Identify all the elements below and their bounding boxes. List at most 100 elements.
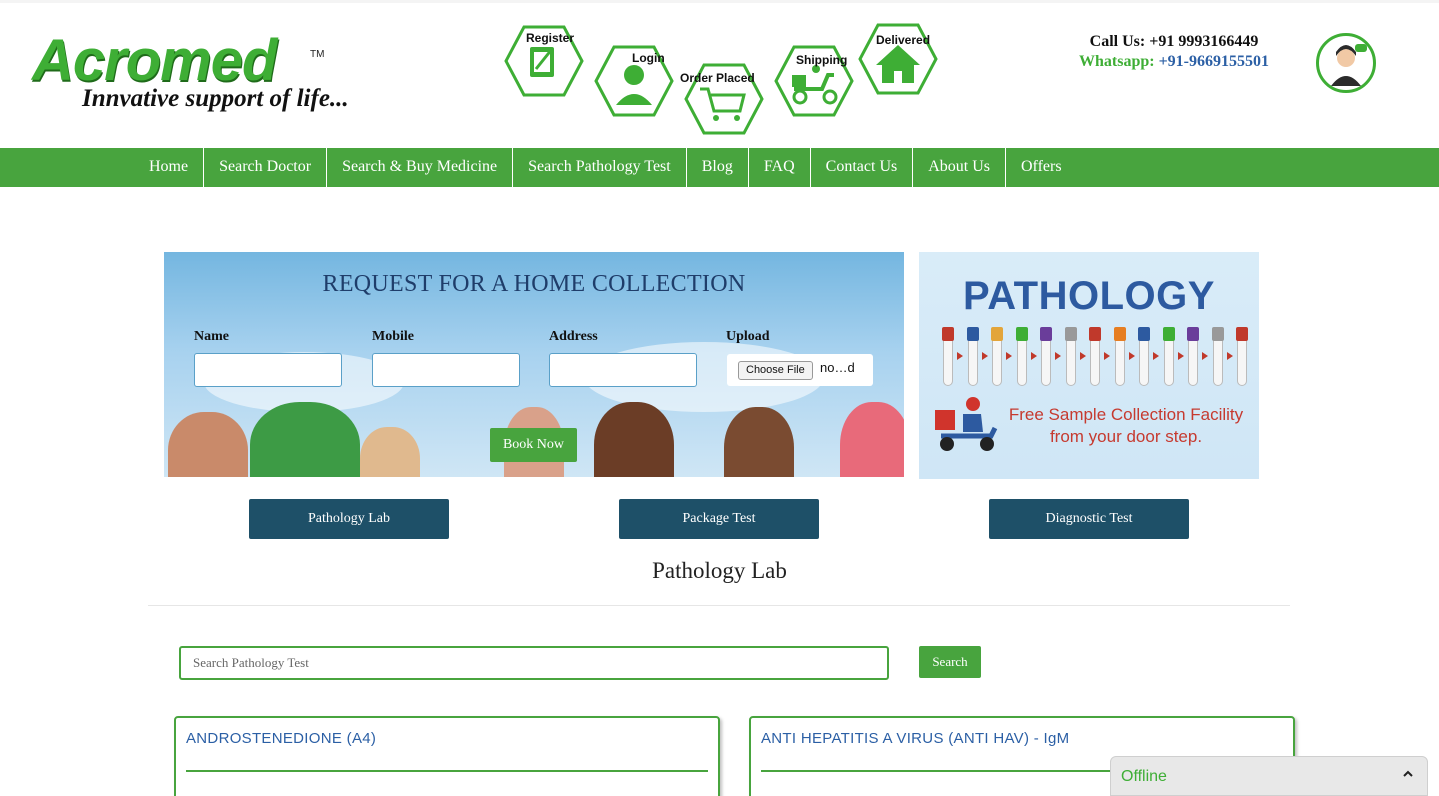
free-collection-text: Free Sample Collection Facility from you… [1001, 404, 1251, 448]
logo-brand: Acromed [32, 28, 277, 93]
name-input[interactable] [194, 353, 342, 387]
test-name[interactable]: ANDROSTENEDIONE (A4) [186, 730, 376, 747]
choose-file-button[interactable]: Choose File [738, 361, 813, 380]
tube-cap [1162, 327, 1175, 341]
test-tube [1236, 327, 1248, 386]
chat-widget[interactable]: Offline [1110, 756, 1428, 796]
step-login: Login [594, 45, 676, 127]
arrow-icon [1153, 352, 1159, 360]
banner-title: REQUEST FOR A HOME COLLECTION [322, 271, 746, 297]
search-pathology-input[interactable]: Search Pathology Test [179, 646, 889, 680]
name-label: Name [194, 329, 229, 344]
upload-label: Upload [726, 329, 770, 344]
pathology-promo[interactable]: PATHOLOGY Free Sample Collection Facilit… [919, 252, 1259, 479]
test-tube [1187, 327, 1199, 386]
call-us[interactable]: Call Us: +91 9993166449 [1078, 33, 1270, 51]
tab-diagnostic-test[interactable]: Diagnostic Test [989, 499, 1189, 539]
tube-cap [1211, 327, 1224, 341]
address-input[interactable] [549, 353, 697, 387]
support-agent-icon[interactable] [1316, 33, 1376, 93]
test-tube [1113, 327, 1126, 386]
nav-search-pathology-test[interactable]: Search Pathology Test [513, 148, 687, 187]
step-label: Register [526, 31, 575, 45]
logo-tagline: Innvative support of life... [82, 85, 349, 112]
mobile-input[interactable] [372, 353, 520, 387]
test-card[interactable]: ANDROSTENEDIONE (A4) [174, 716, 720, 796]
test-tube [1015, 327, 1028, 386]
kid-decoration [594, 402, 674, 477]
order-steps: Register Login Order Placed Shipping Del… [500, 21, 950, 141]
test-tube [1064, 327, 1077, 386]
step-order-placed: Order Placed [680, 63, 766, 145]
search-button[interactable]: Search [919, 646, 981, 678]
tube-cap [1187, 327, 1199, 341]
chevron-up-icon[interactable] [1403, 769, 1413, 779]
tube-cap [1064, 327, 1077, 341]
test-tube [991, 327, 1003, 386]
arrow-icon [957, 352, 963, 360]
arrow-icon [1226, 352, 1233, 360]
nav-blog[interactable]: Blog [687, 148, 749, 187]
arrow-icon [1030, 352, 1037, 360]
pathology-title: PATHOLOGY [963, 274, 1215, 318]
test-tube [1040, 327, 1052, 386]
nav-about-us[interactable]: About Us [913, 148, 1006, 187]
site-header: Acromed TM Innvative support of life... … [0, 0, 1439, 148]
section-title: Pathology Lab [652, 558, 787, 583]
tube-cap [1015, 327, 1028, 341]
test-tube [1211, 327, 1224, 386]
test-divider [186, 770, 708, 772]
contact-info: Call Us: +91 9993166449 Whatsapp: +91-96… [1078, 33, 1270, 71]
free-collection-line2: from your door step. [1049, 427, 1203, 446]
arrow-icon [1202, 352, 1208, 360]
step-label: Delivered [876, 33, 931, 47]
arrow-icon [1006, 352, 1012, 360]
whatsapp-number: +91-9669155501 [1158, 53, 1270, 70]
test-tube [1138, 327, 1150, 386]
section-divider [148, 605, 1290, 606]
arrow-icon [1177, 352, 1184, 360]
tab-package-test[interactable]: Package Test [619, 499, 819, 539]
test-tube [966, 327, 979, 386]
test-tube [1089, 327, 1101, 386]
arrow-icon [1055, 352, 1061, 360]
address-label: Address [549, 329, 598, 344]
nav-home[interactable]: Home [134, 148, 205, 187]
kid-decoration [724, 407, 794, 477]
upload-file-input[interactable]: Choose File no…d [727, 354, 873, 386]
kid-decoration [840, 402, 904, 477]
test-name[interactable]: ANTI HEPATITIS A VIRUS (ANTI HAV) - IgM [761, 730, 1069, 747]
nav-search-buy-medicine[interactable]: Search & Buy Medicine [327, 148, 514, 187]
tube-cap [966, 327, 979, 341]
site-logo[interactable]: Acromed TM Innvative support of life... [32, 28, 382, 123]
main-nav: Home Search Doctor Search & Buy Medicine… [0, 148, 1439, 187]
step-label: Shipping [796, 53, 848, 67]
arrow-icon [1079, 352, 1086, 360]
kid-decoration [250, 402, 360, 477]
nav-contact-us[interactable]: Contact Us [811, 148, 914, 187]
tube-cap [1040, 327, 1052, 341]
tube-cap [1089, 327, 1101, 341]
arrow-icon [1104, 352, 1110, 360]
home-collection-banner: REQUEST FOR A HOME COLLECTION Name Mobil… [164, 252, 904, 477]
delivery-scooter-icon [935, 397, 998, 451]
tube-cap [1236, 327, 1248, 341]
tube-cap [1113, 327, 1126, 341]
tab-pathology-lab[interactable]: Pathology Lab [249, 499, 449, 539]
nav-offers[interactable]: Offers [1006, 148, 1077, 187]
tube-cap [942, 327, 954, 341]
whatsapp-label: Whatsapp: [1078, 53, 1155, 70]
step-register: Register [504, 25, 586, 107]
kid-decoration [168, 412, 248, 477]
book-now-button[interactable]: Book Now [490, 428, 577, 462]
step-shipping: Shipping [774, 45, 856, 127]
nav-faq[interactable]: FAQ [749, 148, 811, 187]
logo-trademark: TM [310, 49, 325, 60]
kid-decoration [360, 427, 420, 477]
mobile-label: Mobile [372, 329, 414, 344]
step-delivered: Delivered [858, 23, 940, 105]
nav-search-doctor[interactable]: Search Doctor [204, 148, 328, 187]
whatsapp[interactable]: Whatsapp: +91-9669155501 [1078, 53, 1270, 71]
arrow-icon [1128, 352, 1135, 360]
arrow-icon [981, 352, 988, 360]
